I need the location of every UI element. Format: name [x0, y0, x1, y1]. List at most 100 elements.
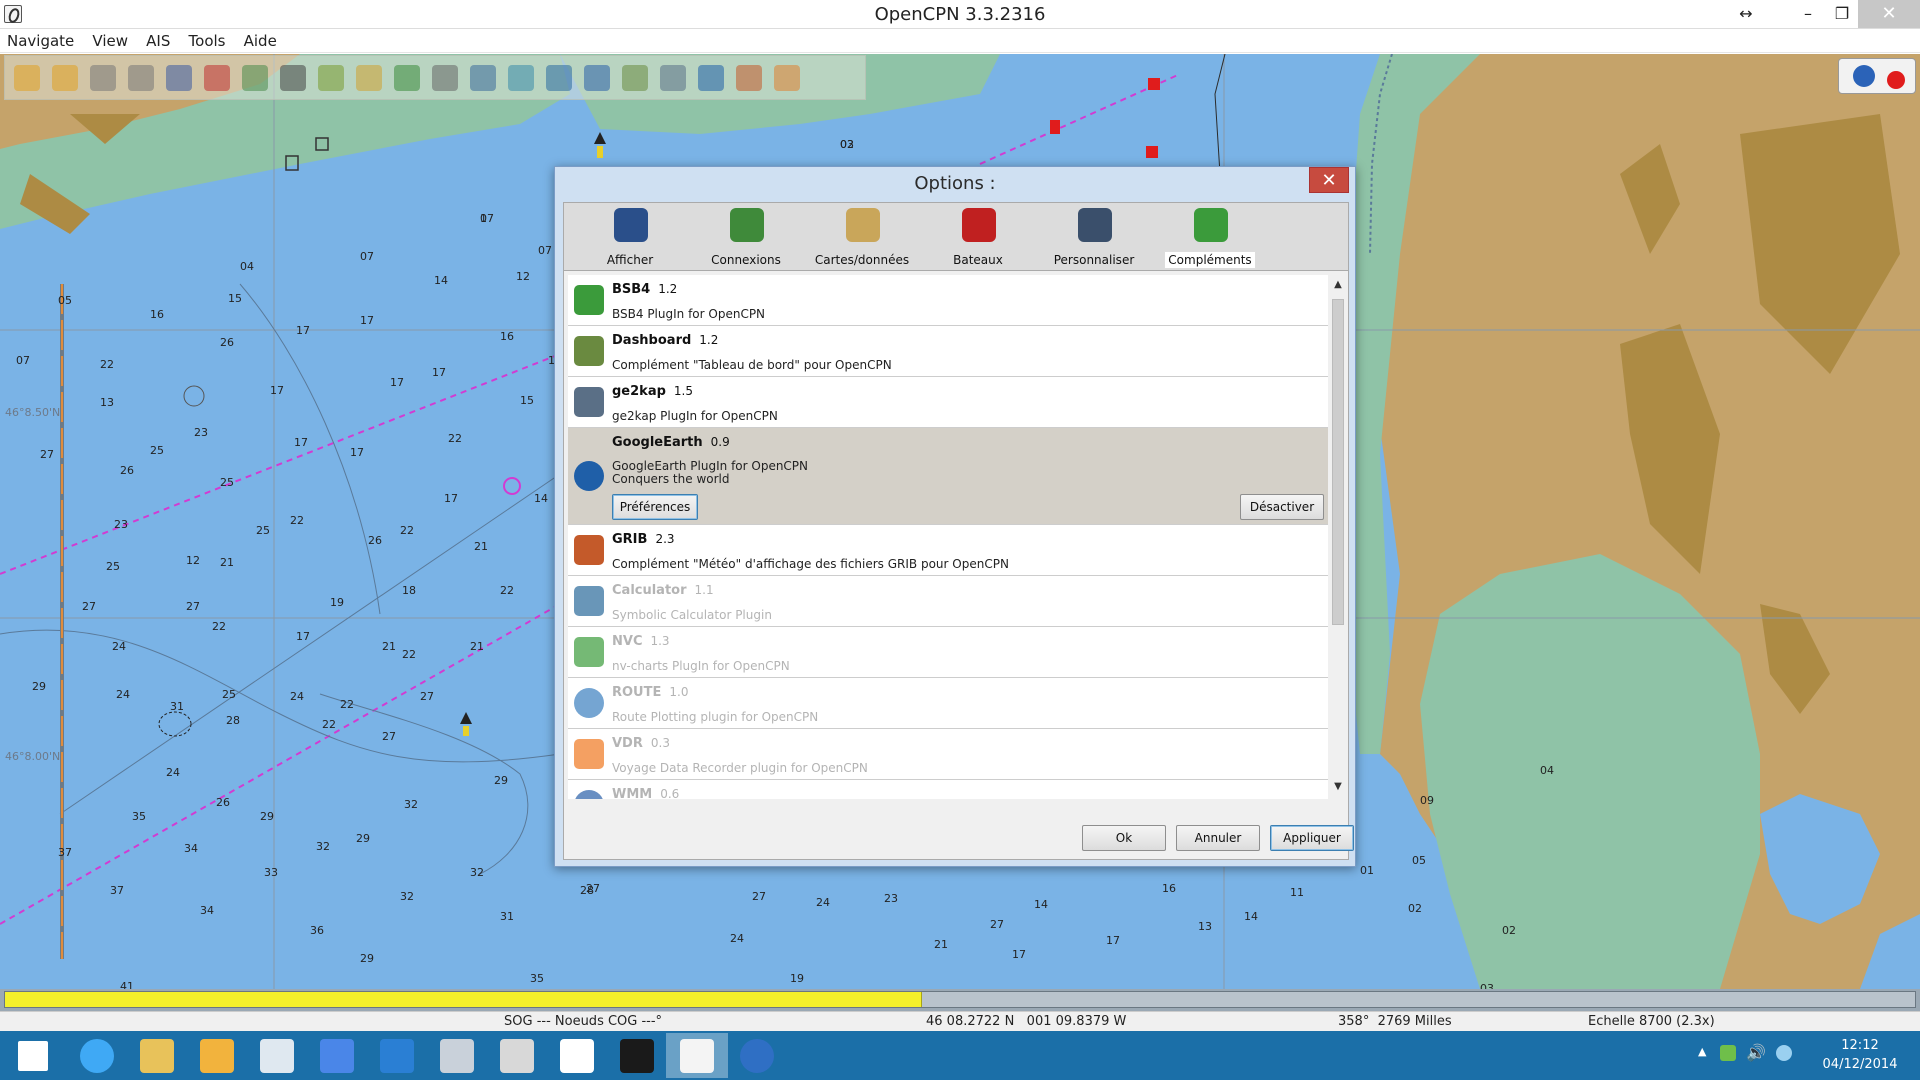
help-icon[interactable]: [579, 60, 615, 96]
status-scale: Echelle 8700 (2.3x): [1588, 1014, 1715, 1029]
dialog-title: Options :: [914, 173, 996, 194]
measure-icon[interactable]: [237, 60, 273, 96]
sheet-app-icon[interactable]: [546, 1033, 608, 1078]
depth-sounding: 21: [474, 540, 488, 553]
plugin-row-bsb4[interactable]: BSB4 1.2 BSB4 PlugIn for OpenCPN: [568, 275, 1328, 326]
resize-arrows-icon[interactable]: ↔: [1726, 0, 1766, 28]
tray-expand-icon[interactable]: ▲: [1698, 1045, 1706, 1058]
tool-app-icon[interactable]: [486, 1033, 548, 1078]
network-icon[interactable]: [1720, 1045, 1736, 1061]
maximize-button[interactable]: ❐: [1822, 0, 1862, 28]
ge2kap-icon[interactable]: [655, 60, 691, 96]
plus-app-icon[interactable]: [606, 1033, 668, 1078]
apply-button[interactable]: Appliquer: [1270, 825, 1354, 851]
tab-cartes-donn-es[interactable]: Cartes/données: [806, 203, 918, 271]
google-icon[interactable]: [306, 1033, 368, 1078]
menu-aide[interactable]: Aide: [237, 29, 284, 50]
google-earth-app-icon-glyph: [740, 1038, 774, 1073]
route-icon[interactable]: [161, 60, 197, 96]
text-icon[interactable]: [275, 60, 311, 96]
deactivate-button[interactable]: Désactiver: [1240, 494, 1324, 520]
dialog-close-button[interactable]: ✕: [1309, 167, 1349, 193]
depth-sounding: 17: [296, 630, 310, 643]
tab-bateaux[interactable]: Bateaux: [922, 203, 1034, 271]
scale-in-icon[interactable]: [85, 60, 121, 96]
tab-label: Personnaliser: [1053, 253, 1135, 267]
scroll-down-icon[interactable]: ▼: [1330, 779, 1346, 795]
tab-label: Bateaux: [953, 253, 1003, 267]
menu-ais[interactable]: AIS: [139, 29, 177, 50]
plugin-row-vdr[interactable]: VDR 0.3 Voyage Data Recorder plugin for Op…: [568, 729, 1328, 780]
opencpn-app-icon[interactable]: [666, 1033, 728, 1078]
volume-icon[interactable]: 🔊: [1746, 1043, 1766, 1062]
plugin-row-nvc[interactable]: NVC 1.3 nv-charts PlugIn for OpenCPN: [568, 627, 1328, 678]
preferences-button[interactable]: Préférences: [612, 494, 698, 520]
menu-view[interactable]: View: [85, 29, 135, 50]
chart-quilt-icon[interactable]: [351, 60, 387, 96]
depth-sounding: 23: [194, 426, 208, 439]
compass-status-box[interactable]: [1838, 58, 1916, 94]
tab-connexions[interactable]: Connexions: [690, 203, 802, 271]
tab-compl-ments[interactable]: Compléments: [1154, 203, 1266, 271]
ok-button[interactable]: Ok: [1082, 825, 1166, 851]
tab-afficher[interactable]: Afficher: [574, 203, 686, 271]
plugin-row-grib[interactable]: GRIB 2.3 Complément "Météo" d'affichage de…: [568, 525, 1328, 576]
internet-explorer-icon[interactable]: [66, 1033, 128, 1078]
depth-sounding: 15: [228, 292, 242, 305]
depth-sounding: 22: [322, 718, 336, 731]
close-button[interactable]: ✕: [1858, 0, 1920, 28]
plugin-row-calculator[interactable]: Calculator 1.1 Symbolic Calculator Plugin: [568, 576, 1328, 627]
grib-icon[interactable]: [731, 60, 767, 96]
plugin-row-wmm[interactable]: WMM 0.6: [568, 780, 1328, 799]
depth-sounding: 24: [816, 896, 830, 909]
file-explorer-icon[interactable]: [126, 1033, 188, 1078]
plugin-row-ge2kap[interactable]: ge2kap 1.5 ge2kap PlugIn for OpenCPN: [568, 377, 1328, 428]
plugin-row-route[interactable]: ROUTE 1.0 Route Plotting plugin for OpenCP…: [568, 678, 1328, 729]
weather-icon[interactable]: [503, 60, 539, 96]
scroll-thumb[interactable]: [1332, 299, 1344, 625]
pencil-icon[interactable]: [313, 60, 349, 96]
taskbar-clock[interactable]: 12:12 04/12/2014: [1812, 1036, 1908, 1074]
plugin-name: GoogleEarth 0.9: [612, 435, 730, 450]
scanner-icon[interactable]: [426, 1033, 488, 1078]
window-titlebar: OpenCPN 3.3.2316 ↔ – ❐ ✕: [0, 0, 1920, 29]
puzzle-icon: [1194, 208, 1228, 242]
tab-personnaliser[interactable]: Personnaliser: [1038, 203, 1150, 271]
sailboat-app-icon[interactable]: [246, 1033, 308, 1078]
grib-icon: [574, 535, 604, 565]
connections-icon: [730, 208, 764, 242]
scroll-up-icon[interactable]: ▲: [1330, 277, 1346, 293]
lifebuoy-icon[interactable]: [769, 60, 805, 96]
teamviewer-icon-glyph: [380, 1038, 414, 1073]
tides-icon[interactable]: [541, 60, 577, 96]
dashboard-icon[interactable]: [617, 60, 653, 96]
zoom-in-icon[interactable]: [9, 60, 45, 96]
outlook-icon[interactable]: [186, 1033, 248, 1078]
depth-sounding: 25: [222, 688, 236, 701]
chart-icon[interactable]: [465, 60, 501, 96]
layers-icon[interactable]: [389, 60, 425, 96]
plugin-name: NVC 1.3: [612, 634, 670, 649]
status-bar: SOG --- Noeuds COG ---° 46 08.2722 N 001…: [0, 1011, 1920, 1031]
zoom-out-icon[interactable]: [47, 60, 83, 96]
plugin-row-dashboard[interactable]: Dashboard 1.2 Complément "Tableau de bord"…: [568, 326, 1328, 377]
windows-start-icon[interactable]: [2, 1033, 64, 1078]
depth-sounding: 13: [100, 396, 114, 409]
google-earth-icon[interactable]: [693, 60, 729, 96]
scale-in-icon-glyph: [90, 64, 116, 91]
plugin-list-scrollbar[interactable]: ▲ ▼: [1330, 275, 1346, 799]
print-icon[interactable]: [427, 60, 463, 96]
menu-tools[interactable]: Tools: [182, 29, 233, 50]
depth-sounding: 11: [1290, 886, 1304, 899]
sync-icon[interactable]: [1776, 1045, 1792, 1061]
plugin-name-text: VDR: [612, 736, 643, 751]
depth-sounding: 09: [1420, 794, 1434, 807]
menu-navigate[interactable]: Navigate: [0, 29, 81, 50]
track-icon[interactable]: [199, 60, 235, 96]
google-earth-app-icon[interactable]: [726, 1033, 788, 1078]
scale-out-icon[interactable]: [123, 60, 159, 96]
cancel-button[interactable]: Annuler: [1176, 825, 1260, 851]
plugin-row-googleearth[interactable]: GoogleEarth 0.9 GoogleEarth PlugIn for Ope…: [568, 428, 1328, 525]
depth-sounding: 17: [432, 366, 446, 379]
teamviewer-icon[interactable]: [366, 1033, 428, 1078]
